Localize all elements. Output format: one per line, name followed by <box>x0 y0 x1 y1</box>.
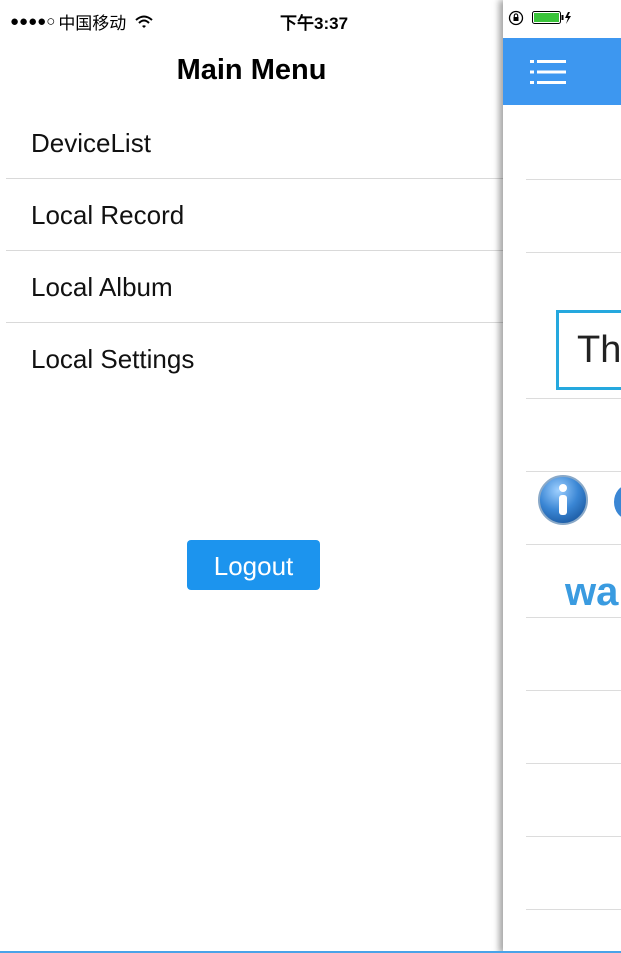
wifi-icon <box>135 15 153 28</box>
menu-item-local-record[interactable]: Local Record <box>0 179 503 251</box>
text-input-field[interactable]: Th <box>556 310 621 390</box>
info-icon-secondary[interactable] <box>613 484 621 520</box>
row-divider <box>526 252 621 253</box>
app-screen: ●●●●○ 中国移动 下午3:37 Main Menu DeviceList L… <box>0 0 621 953</box>
orientation-lock-icon <box>508 10 524 26</box>
row-divider <box>526 544 621 545</box>
status-time: 下午3:37 <box>280 14 349 33</box>
page-title: Main Menu <box>176 54 327 86</box>
row-divider <box>526 763 621 764</box>
row-divider <box>526 471 621 472</box>
status-bar: ●●●●○ 中国移动 下午3:37 <box>0 0 503 38</box>
carrier-name: 中国移动 <box>58 14 127 33</box>
status-left: ●●●●○ 中国移动 <box>10 9 153 34</box>
menu-item-device-list[interactable]: DeviceList <box>0 107 503 179</box>
logout-button[interactable]: Logout <box>187 540 320 590</box>
signal-strength-indicator: ●●●●○ <box>10 13 56 30</box>
menu-list: DeviceList Local Record Local Album Loca… <box>0 107 503 395</box>
battery-icon <box>532 11 571 24</box>
row-divider <box>526 617 621 618</box>
row-divider <box>526 398 621 399</box>
main-content-panel: Th wa <box>503 0 621 953</box>
top-navbar <box>503 38 621 105</box>
menu-toggle-icon[interactable] <box>528 55 568 89</box>
side-menu: ●●●●○ 中国移动 下午3:37 Main Menu DeviceList L… <box>0 0 503 953</box>
partial-label: wa <box>565 570 619 614</box>
info-icon[interactable] <box>537 474 589 526</box>
row-divider <box>526 179 621 180</box>
menu-item-local-settings[interactable]: Local Settings <box>0 323 503 395</box>
main-status-bar <box>503 0 621 38</box>
row-divider <box>526 836 621 837</box>
menu-item-local-album[interactable]: Local Album <box>0 251 503 323</box>
row-divider <box>526 690 621 691</box>
row-divider <box>526 909 621 910</box>
